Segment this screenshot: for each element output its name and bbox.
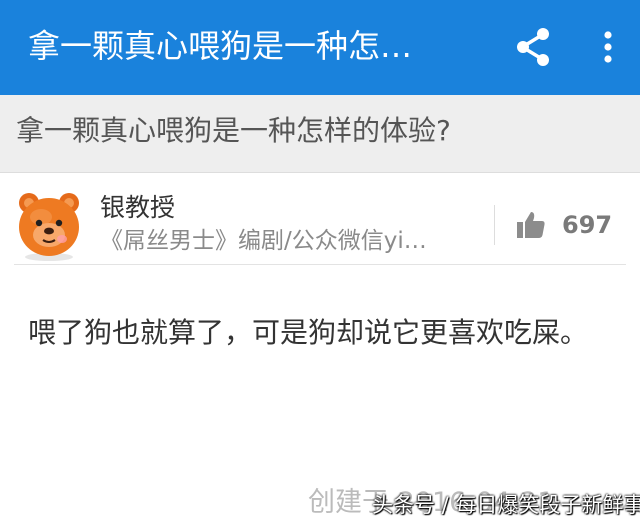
app-bar-title: 拿一颗真心喂狗是一种怎… — [28, 27, 413, 65]
question-header[interactable]: 拿一颗真心喂狗是一种怎样的体验? — [0, 95, 640, 173]
author-name[interactable]: 银教授 — [100, 191, 175, 225]
more-options-button[interactable] — [592, 25, 624, 69]
share-icon — [517, 28, 549, 66]
author-bio: 《屌丝男士》编剧/公众微信yi… — [100, 228, 427, 254]
upvote-button[interactable]: 697 — [512, 206, 622, 246]
bear-avatar-icon — [19, 193, 79, 261]
vote-count: 697 — [562, 211, 613, 239]
author-avatar[interactable] — [14, 187, 84, 261]
content-divider — [14, 264, 626, 265]
answer-body: 喂了狗也就算了，可是狗却说它更喜欢吃屎。 — [28, 316, 589, 349]
vote-divider — [494, 205, 495, 245]
question-title[interactable]: 拿一颗真心喂狗是一种怎样的体验? — [16, 111, 451, 151]
app-bar: 拿一颗真心喂狗是一种怎… — [0, 0, 640, 95]
thumbs-up-icon — [517, 212, 545, 238]
author-info[interactable]: 银教授 《屌丝男士》编剧/公众微信yi… 697 — [0, 173, 640, 265]
watermark: 头条号 / 每日爆笑段子新鲜事 — [372, 493, 640, 517]
more-vertical-icon — [604, 31, 612, 63]
zhihu-answer-screen: 拿一颗真心喂狗是一种怎… 拿一颗真心喂狗是一种怎样的体验? 银教授 《屌丝男士》… — [0, 0, 640, 524]
share-button[interactable] — [512, 25, 556, 69]
